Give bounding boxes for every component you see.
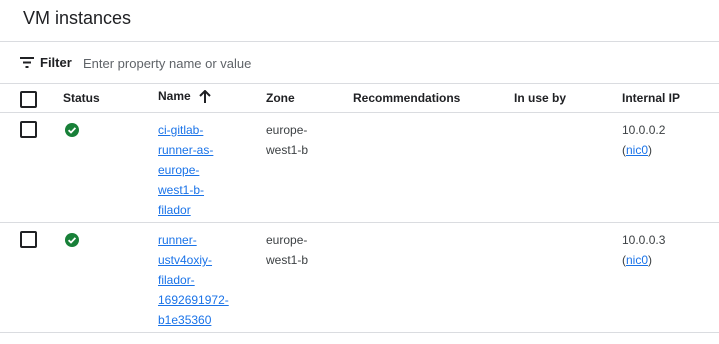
- nic-link[interactable]: nic0: [626, 253, 648, 267]
- page-title: VM instances: [23, 8, 132, 28]
- instances-table: Status Name Zone Recommendations In use …: [0, 84, 719, 333]
- instance-name-line: west1-b-: [158, 183, 205, 197]
- instance-name-line: ci-gitlab-: [158, 123, 204, 137]
- filter-input[interactable]: [79, 51, 647, 75]
- instance-name-line: europe-: [158, 163, 200, 177]
- row-checkbox[interactable]: [20, 231, 37, 248]
- instance-name-line: filador: [158, 203, 191, 217]
- instance-name-line: filador-: [158, 273, 195, 287]
- nic-close-paren: ): [648, 143, 653, 157]
- arrow-up-icon[interactable]: [198, 89, 211, 104]
- column-header-internal-ip[interactable]: Internal IP: [622, 91, 680, 105]
- zone-line: west1-b: [266, 143, 309, 157]
- internal-ip-cell: 10.0.0.3 (nic0): [622, 230, 665, 270]
- column-header-name-label: Name: [158, 89, 191, 103]
- select-all-checkbox[interactable]: [20, 91, 37, 108]
- vm-instances-page: VM instances Filter Status Name Zone Rec…: [0, 0, 719, 344]
- column-header-recommendations[interactable]: Recommendations: [353, 91, 460, 105]
- column-header-zone[interactable]: Zone: [266, 91, 295, 105]
- zone-line: west1-b: [266, 253, 309, 267]
- filter-label[interactable]: Filter: [40, 55, 72, 70]
- instance-name-line: b1e35360: [158, 313, 212, 327]
- column-header-name[interactable]: Name: [158, 89, 211, 104]
- internal-ip: 10.0.0.2: [622, 123, 666, 137]
- zone-cell: europe- west1-b: [266, 230, 326, 270]
- column-header-status[interactable]: Status: [63, 91, 100, 105]
- filter-bar: Filter: [0, 42, 719, 84]
- instance-name-line: ustv4oxiy-: [158, 253, 213, 267]
- internal-ip: 10.0.0.3: [622, 233, 666, 247]
- nic-link[interactable]: nic0: [626, 143, 648, 157]
- check-circle-icon: [65, 123, 79, 137]
- table-header: Status Name Zone Recommendations In use …: [0, 84, 719, 113]
- instance-name-link[interactable]: runner- ustv4oxiy- filador- 1692691972- …: [158, 230, 238, 330]
- column-header-in-use-by[interactable]: In use by: [514, 91, 566, 105]
- internal-ip-cell: 10.0.0.2 (nic0): [622, 120, 665, 160]
- table-row: runner- ustv4oxiy- filador- 1692691972- …: [0, 223, 719, 333]
- instance-name-line: runner-: [158, 233, 197, 247]
- filter-icon[interactable]: [20, 57, 34, 68]
- nic-close-paren: ): [648, 253, 653, 267]
- zone-line: europe-: [266, 123, 308, 137]
- check-circle-icon: [65, 233, 79, 247]
- zone-cell: europe- west1-b: [266, 120, 326, 160]
- instance-name-line: runner-as-: [158, 143, 214, 157]
- zone-line: europe-: [266, 233, 308, 247]
- instance-name-line: 1692691972-: [158, 293, 229, 307]
- instance-name-link[interactable]: ci-gitlab- runner-as- europe- west1-b- f…: [158, 120, 238, 220]
- row-checkbox[interactable]: [20, 121, 37, 138]
- table-row: ci-gitlab- runner-as- europe- west1-b- f…: [0, 113, 719, 223]
- page-header: VM instances: [0, 0, 719, 42]
